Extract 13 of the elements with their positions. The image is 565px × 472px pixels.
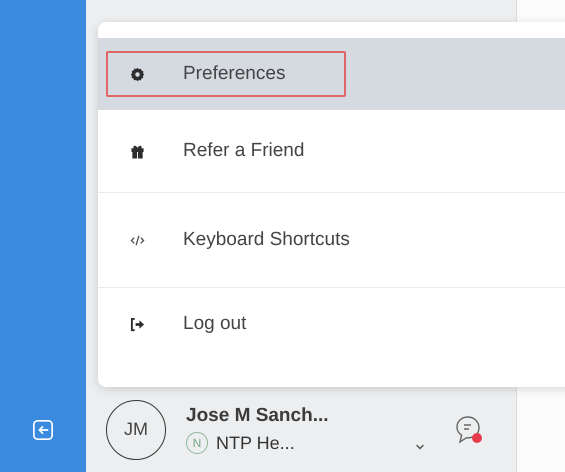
- avatar[interactable]: JM: [106, 400, 166, 460]
- chat-icon[interactable]: [454, 414, 484, 446]
- logout-icon: [130, 316, 145, 332]
- menu-item[interactable]: Preferences: [98, 38, 565, 110]
- menu-item[interactable]: Keyboard Shortcuts: [98, 193, 565, 287]
- settings-icon: [130, 66, 145, 82]
- menu-item[interactable]: Refer a Friend: [98, 110, 565, 192]
- org-badge: N: [186, 432, 208, 454]
- org-name: NTP He...: [216, 432, 295, 454]
- menu-item[interactable]: Log out: [98, 288, 565, 360]
- collapse-icon[interactable]: [32, 419, 54, 441]
- gift-icon: [130, 144, 145, 158]
- user-name: Jose M Sanch...: [186, 405, 330, 427]
